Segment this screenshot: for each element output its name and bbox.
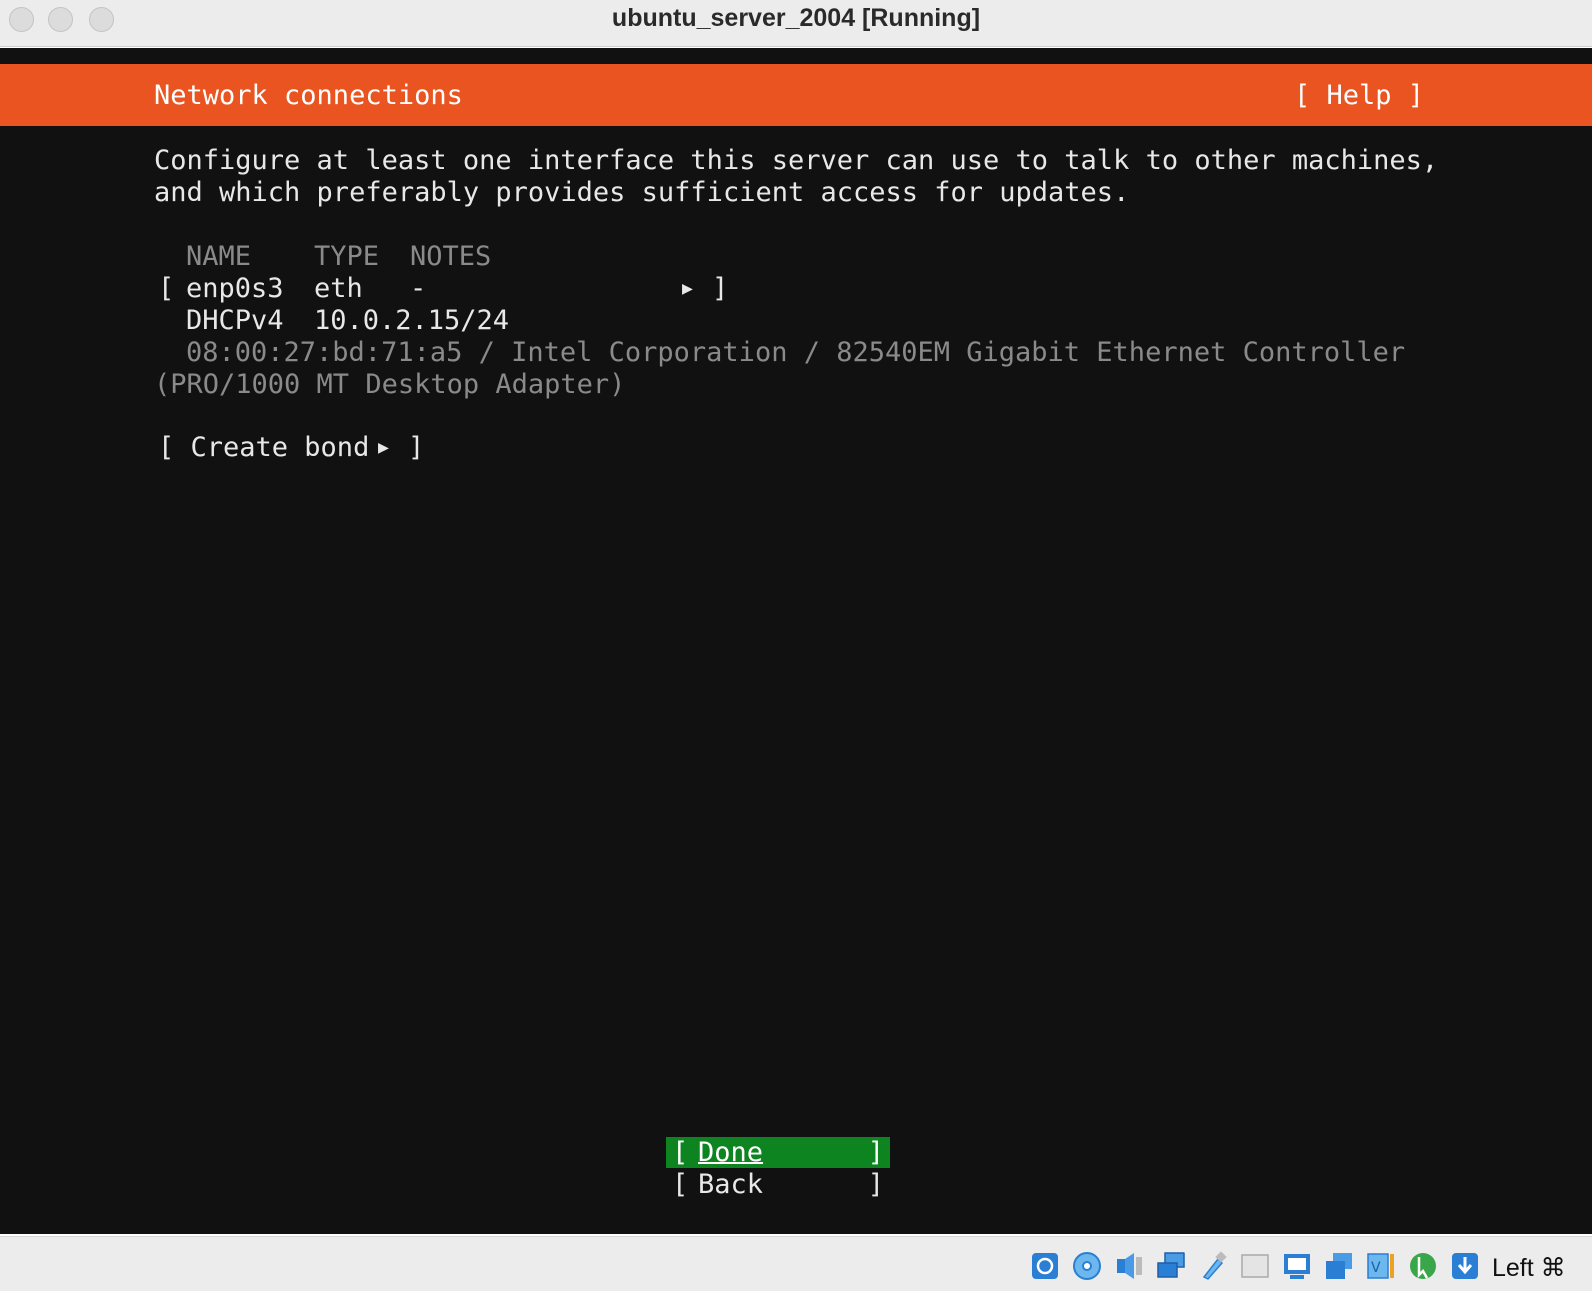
vm-screen[interactable]: Network connections [ Help ] Configure a… xyxy=(0,48,1592,1234)
network-icon[interactable] xyxy=(1156,1251,1186,1281)
done-button[interactable]: [ Done ] xyxy=(666,1137,890,1168)
hard-disk-icon[interactable] xyxy=(1030,1251,1060,1281)
interface-notes: - xyxy=(410,273,427,304)
row-bracket-open: [ xyxy=(158,273,175,304)
intro-text-line-2: and which preferably provides sufficient… xyxy=(154,177,1130,208)
hardware-info-line-1: 08:00:27:bd:71:a5 / Intel Corporation / … xyxy=(186,337,1406,368)
usb-icon[interactable] xyxy=(1198,1251,1228,1281)
back-label: Back xyxy=(698,1169,764,1200)
back-button[interactable]: [ Back ] xyxy=(666,1169,890,1200)
shared-folder-icon[interactable] xyxy=(1240,1251,1270,1281)
ip-address: 10.0.2.15/24 xyxy=(314,305,510,336)
row-menu-arrow-icon[interactable]: ▶ xyxy=(682,273,693,305)
create-bond-label: [ Create bond xyxy=(158,432,370,463)
dhcp-label: DHCPv4 xyxy=(186,305,284,336)
installer-header: Network connections [ Help ] xyxy=(0,64,1592,126)
display-icon[interactable] xyxy=(1282,1251,1312,1281)
download-arrow-icon[interactable] xyxy=(1450,1251,1480,1281)
create-bond-arrow-icon: ▶ xyxy=(378,437,389,458)
optical-drive-icon[interactable] xyxy=(1072,1251,1102,1281)
mouse-integration-icon[interactable] xyxy=(1408,1251,1438,1281)
help-button[interactable]: [ Help ] xyxy=(1294,80,1424,111)
host-key-indicator[interactable]: Left ⌘ xyxy=(1492,1253,1566,1283)
done-label: Done xyxy=(698,1137,764,1168)
video-capture-icon[interactable] xyxy=(1324,1251,1354,1281)
hardware-info-line-2: (PRO/1000 MT Desktop Adapter) xyxy=(154,369,626,400)
done-bracket-close: ] xyxy=(867,1137,884,1168)
audio-icon[interactable] xyxy=(1114,1251,1144,1281)
interface-name: enp0s3 xyxy=(186,273,284,304)
column-header-type: TYPE xyxy=(314,241,380,272)
window-title: ubuntu_server_2004 [Running] xyxy=(611,4,981,32)
window-titlebar: ubuntu_server_2004 [Running] xyxy=(0,0,1592,47)
back-bracket-open: [ xyxy=(672,1169,689,1200)
cpu-icon[interactable]: V xyxy=(1366,1251,1396,1281)
column-header-notes: NOTES xyxy=(410,241,492,272)
interface-type: eth xyxy=(314,273,363,304)
back-bracket-close: ] xyxy=(867,1169,884,1200)
intro-text-line-1: Configure at least one interface this se… xyxy=(154,145,1439,176)
done-bracket-open: [ xyxy=(672,1137,689,1168)
page-title: Network connections xyxy=(154,80,463,111)
svg-text:V: V xyxy=(1371,1260,1381,1276)
column-header-name: NAME xyxy=(186,241,252,272)
create-bond-bracket-close: ] xyxy=(408,432,425,463)
row-bracket-close: ] xyxy=(712,273,729,304)
